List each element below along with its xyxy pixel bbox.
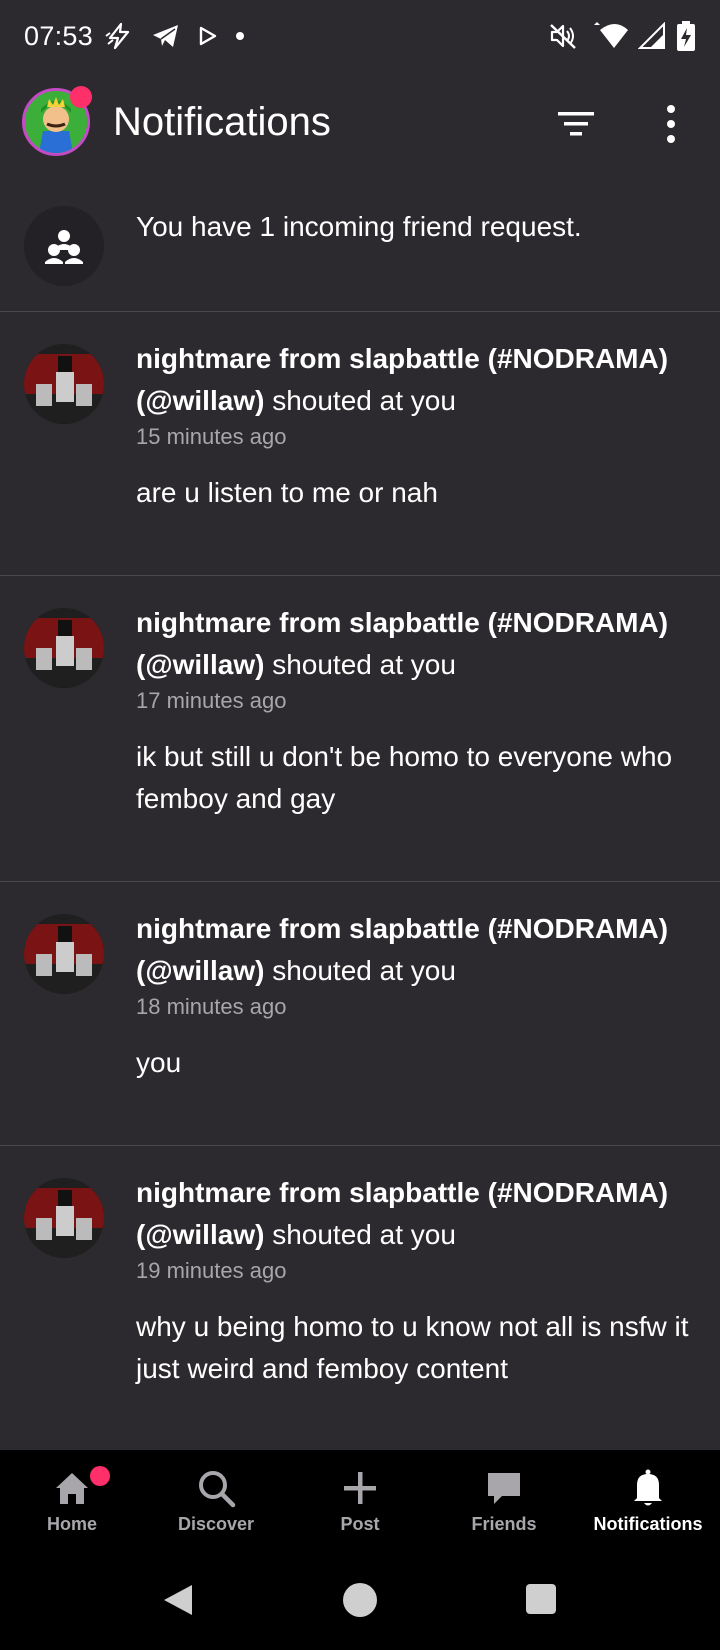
nav-label: Friends (471, 1514, 537, 1534)
system-nav-bar (0, 1554, 720, 1650)
filter-button[interactable] (556, 104, 596, 144)
more-vert-icon (667, 105, 675, 143)
notification-item[interactable]: nightmare from slapbattle (#NODRAMA) (@w… (0, 1146, 720, 1450)
user-avatar[interactable] (24, 344, 104, 424)
friend-request-avatar (24, 206, 104, 286)
back-icon[interactable] (160, 1582, 196, 1618)
avatar-image (24, 608, 104, 688)
notification-body: nightmare from slapbattle (#NODRAMA) (@w… (136, 908, 696, 1084)
nav-label: Notifications (593, 1514, 703, 1534)
friend-request-text: You have 1 incoming friend request. (136, 211, 582, 242)
lightning-icon (105, 22, 130, 50)
notification-time: 19 minutes ago (136, 1258, 287, 1283)
status-time: 07:53 (24, 20, 94, 51)
notification-header: nightmare from slapbattle (#NODRAMA) (@w… (136, 338, 696, 422)
bell-icon (634, 1469, 662, 1506)
notification-item[interactable]: nightmare from slapbattle (#NODRAMA) (@w… (0, 312, 720, 576)
notification-action: shouted at you (272, 385, 456, 416)
battery-charging-icon (677, 21, 695, 51)
notification-message: why u being homo to u know not all is ns… (136, 1311, 689, 1384)
recents-icon[interactable] (524, 1582, 558, 1616)
notification-message: ik but still u don't be homo to everyone… (136, 741, 673, 814)
play-store-icon (199, 26, 217, 46)
chat-icon (488, 1473, 520, 1504)
notification-item[interactable]: nightmare from slapbattle (#NODRAMA) (@w… (0, 576, 720, 882)
avatar-image (24, 1178, 104, 1258)
app-bar: Notifications (0, 80, 720, 170)
nav-label: Home (46, 1514, 97, 1534)
nav-item-discover[interactable]: Discover (144, 1450, 288, 1554)
notification-action: shouted at you (272, 955, 456, 986)
notification-header: nightmare from slapbattle (#NODRAMA) (@w… (136, 908, 696, 992)
home-circle-icon[interactable] (342, 1582, 378, 1618)
more-options-button[interactable] (656, 102, 686, 146)
home-badge-dot (90, 1466, 110, 1486)
notification-header: nightmare from slapbattle (#NODRAMA) (@w… (136, 1172, 696, 1256)
page-title: Notifications (113, 100, 331, 144)
user-avatar[interactable] (24, 1178, 104, 1258)
notification-message: you (136, 1047, 182, 1078)
nav-item-home[interactable]: Home (0, 1450, 144, 1554)
notification-time: 17 minutes ago (136, 688, 287, 713)
status-right-icons (548, 21, 696, 51)
avatar-image (24, 344, 104, 424)
status-left-icons (105, 22, 245, 50)
signal-icon (638, 22, 665, 49)
telegram-icon (153, 25, 179, 47)
nav-item-notifications[interactable]: Notifications (576, 1450, 720, 1554)
notification-item[interactable]: nightmare from slapbattle (#NODRAMA) (@w… (0, 882, 720, 1146)
notification-action: shouted at you (272, 1219, 456, 1250)
notification-dot (70, 86, 92, 108)
nav-item-post[interactable]: Post (288, 1450, 432, 1554)
mute-icon (550, 24, 576, 49)
filter-icon (558, 112, 594, 136)
notification-body: nightmare from slapbattle (#NODRAMA) (@w… (136, 602, 696, 820)
notification-header: nightmare from slapbattle (#NODRAMA) (@w… (136, 602, 696, 686)
notification-message: are u listen to me or nah (136, 477, 438, 508)
plus-icon (344, 1472, 376, 1504)
notification-body: nightmare from slapbattle (#NODRAMA) (@w… (136, 338, 696, 514)
notification-time: 18 minutes ago (136, 994, 287, 1019)
avatar-image (24, 914, 104, 994)
nav-label: Discover (177, 1514, 255, 1534)
user-avatar[interactable] (24, 914, 104, 994)
notification-body: nightmare from slapbattle (#NODRAMA) (@w… (136, 1172, 696, 1390)
friend-request-item[interactable]: You have 1 incoming friend request. (0, 190, 720, 312)
search-icon (199, 1471, 236, 1508)
group-icon (45, 230, 83, 264)
bottom-nav: Home Discover Post Friends Notifications (0, 1450, 720, 1554)
notification-time: 15 minutes ago (136, 424, 287, 449)
user-avatar[interactable] (24, 608, 104, 688)
status-bar: 07:53 (0, 0, 720, 72)
wifi-icon (594, 22, 628, 48)
notification-action: shouted at you (272, 649, 456, 680)
home-icon (56, 1473, 88, 1504)
nav-label: Post (340, 1514, 380, 1534)
nav-item-friends[interactable]: Friends (432, 1450, 576, 1554)
dot-icon (236, 32, 245, 40)
